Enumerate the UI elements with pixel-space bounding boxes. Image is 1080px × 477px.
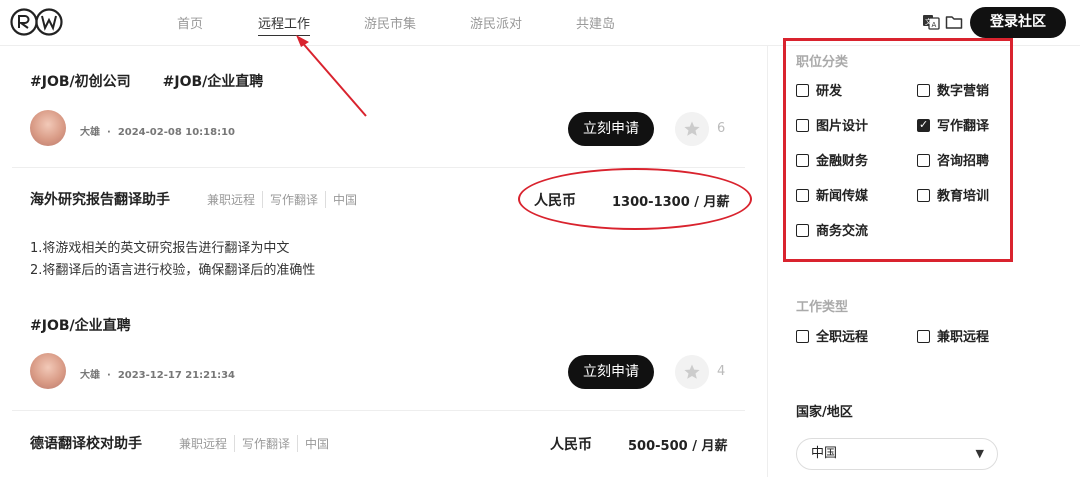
- category-checkbox[interactable]: 研发: [796, 84, 842, 100]
- category-checkbox[interactable]: 数字营销: [917, 84, 989, 100]
- checkbox-box[interactable]: [917, 117, 930, 133]
- checkbox-box[interactable]: [917, 84, 930, 97]
- category-checkbox[interactable]: 教育培训: [917, 189, 989, 205]
- checkbox-box[interactable]: [796, 189, 809, 202]
- jobtype-title: 工作类型: [796, 300, 849, 315]
- country-value: 中国: [811, 446, 838, 461]
- checkbox-box[interactable]: [796, 224, 809, 237]
- checkbox-label: 图片设计: [816, 119, 869, 134]
- checkbox-label: 研发: [816, 84, 843, 99]
- checkbox-label: 商务交流: [816, 224, 869, 239]
- checkbox-box[interactable]: [796, 84, 809, 97]
- checkbox-label: 咨询招聘: [937, 154, 990, 169]
- checkbox-label: 教育培训: [937, 189, 990, 204]
- checkbox-box[interactable]: [796, 330, 809, 343]
- category-checkbox[interactable]: 咨询招聘: [917, 154, 989, 170]
- category-checkbox[interactable]: 写作翻译: [917, 117, 990, 135]
- chevron-down-icon: ▼: [975, 447, 984, 460]
- category-checkbox[interactable]: 新闻传媒: [796, 189, 868, 205]
- category-checkbox[interactable]: 商务交流: [796, 224, 868, 240]
- country-title: 国家/地区: [796, 405, 853, 420]
- checkbox-label: 兼职远程: [937, 330, 990, 345]
- checkbox-label: 数字营销: [937, 84, 990, 99]
- checkbox-box[interactable]: [796, 119, 809, 132]
- page: 首页 远程工作 游民市集 游民派对 共建岛 文 A 登录社区 #JOB/初创公司…: [0, 0, 1080, 477]
- checkbox-box[interactable]: [796, 154, 809, 167]
- category-checkbox[interactable]: 图片设计: [796, 119, 868, 135]
- checkbox-label: 写作翻译: [937, 119, 990, 134]
- category-checkbox[interactable]: 金融财务: [796, 154, 868, 170]
- checkbox-label: 金融财务: [816, 154, 869, 169]
- category-title: 职位分类: [796, 55, 849, 70]
- checkbox-box[interactable]: [917, 189, 930, 202]
- checkbox-box[interactable]: [917, 330, 930, 343]
- jobtype-checkbox[interactable]: 全职远程: [796, 330, 868, 346]
- jobtype-checkbox[interactable]: 兼职远程: [917, 330, 989, 346]
- checkbox-label: 新闻传媒: [816, 189, 869, 204]
- checkbox-label: 全职远程: [816, 330, 869, 345]
- checkbox-box[interactable]: [917, 154, 930, 167]
- country-select[interactable]: 中国 ▼: [796, 438, 998, 470]
